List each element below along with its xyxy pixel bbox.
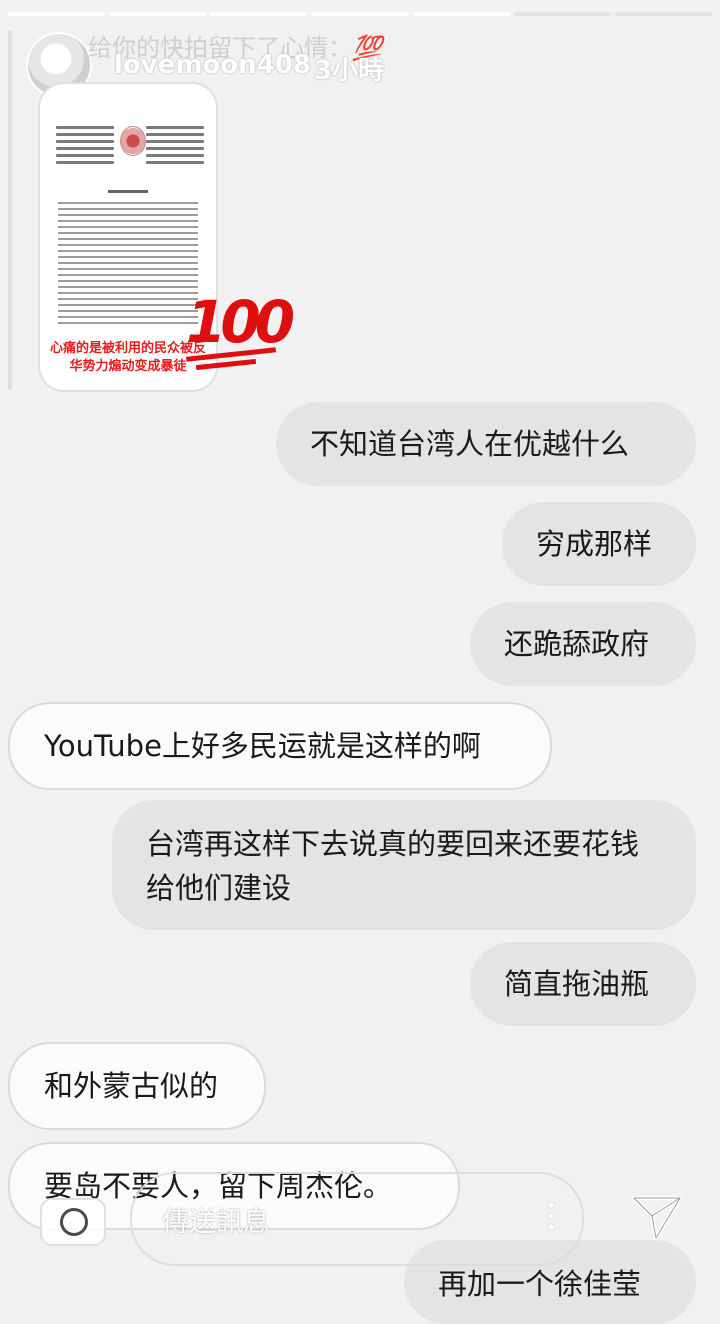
progress-segment	[513, 12, 611, 16]
message-input[interactable]: 傳送訊息	[130, 1172, 584, 1266]
message-bubble-incoming[interactable]: YouTube上好多民运就是这样的啊	[8, 702, 552, 790]
message-bubble-incoming[interactable]: 和外蒙古似的	[8, 1042, 266, 1130]
message-bubble-outgoing[interactable]: 还跪舔政府	[470, 602, 696, 686]
progress-segment	[8, 12, 106, 16]
hundred-points-sticker-icon: 100	[185, 288, 295, 371]
post-caption: 心痛的是被利用的民众被反华势力煽动变成暴徒	[49, 341, 206, 374]
progress-segment	[614, 12, 712, 16]
message-bubble-outgoing[interactable]: 穷成那样	[502, 502, 696, 586]
story-progress-bar	[8, 12, 712, 18]
sticker-label: 100	[186, 288, 295, 356]
more-vertical-icon[interactable]	[548, 1202, 556, 1235]
camera-icon[interactable]	[40, 1198, 106, 1246]
document-body	[58, 202, 198, 328]
progress-segment	[311, 12, 409, 16]
thread-rail	[8, 30, 12, 390]
send-paper-plane-icon[interactable]	[630, 1192, 684, 1242]
letterhead	[56, 126, 204, 172]
message-bubble-outgoing[interactable]: 不知道台湾人在优越什么	[276, 402, 696, 486]
message-bubble-outgoing[interactable]: 台湾再这样下去说真的要回来还要花钱给他们建设	[112, 800, 696, 930]
progress-segment	[109, 12, 207, 16]
message-composer: 傳送訊息	[18, 1172, 702, 1266]
progress-segment	[412, 12, 510, 16]
document-title	[108, 190, 148, 193]
time-ago: 3小時	[314, 56, 385, 86]
message-bubble-outgoing[interactable]: 简直拖油瓶	[470, 942, 696, 1026]
message-input-placeholder: 傳送訊息	[162, 1207, 270, 1238]
police-crest-icon	[120, 126, 146, 156]
progress-segment	[210, 12, 308, 16]
username[interactable]: lovemoon408	[114, 50, 311, 80]
